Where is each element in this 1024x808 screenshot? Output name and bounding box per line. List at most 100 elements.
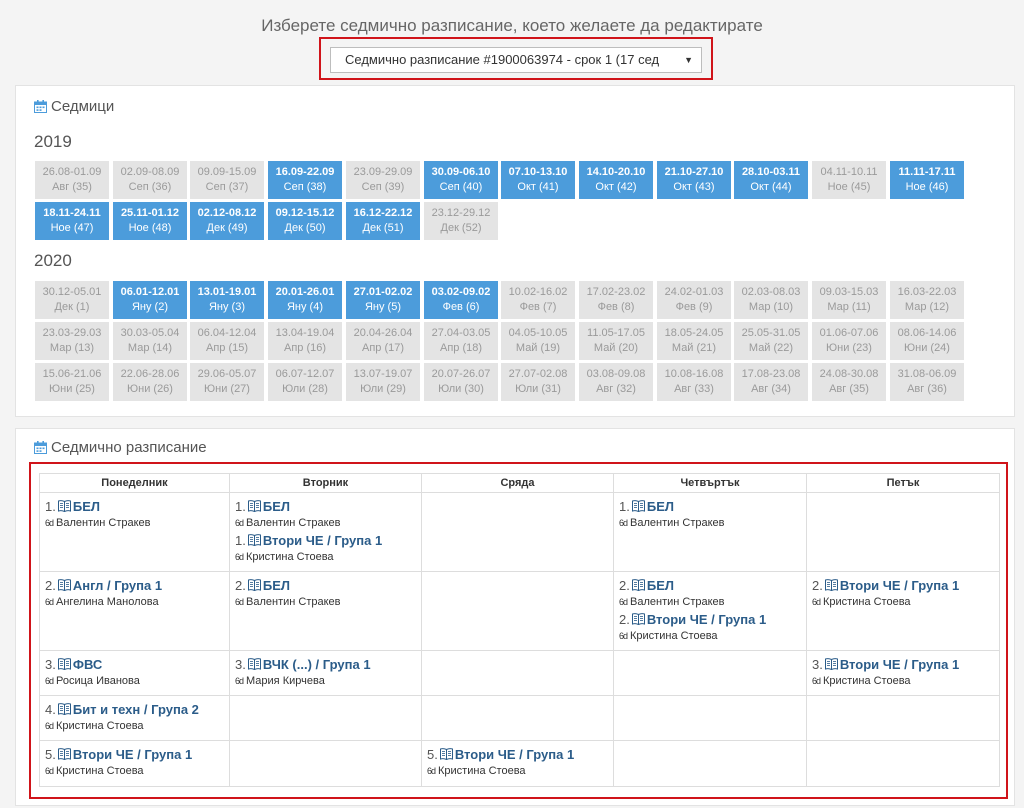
week-button[interactable]: 18.05-24.05 Май (21)	[657, 322, 731, 360]
week-button[interactable]: 11.05-17.05 Май (20)	[579, 322, 653, 360]
week-button[interactable]: 09.12-15.12 Дек (50)	[268, 202, 342, 240]
week-button[interactable]: 31.08-06.09 Авг (36)	[890, 363, 964, 401]
week-button[interactable]: 27.04-03.05 Апр (18)	[424, 322, 498, 360]
schedule-cell[interactable]: 2. БЕЛ 6d Валентин Стракев	[229, 571, 422, 651]
week-button[interactable]: 09.09-15.09 Сеп (37)	[190, 161, 264, 199]
schedule-cell[interactable]	[421, 650, 614, 696]
week-button[interactable]: 06.01-12.01 Яну (2)	[113, 281, 187, 319]
week-button[interactable]: 16.03-22.03 Мар (12)	[890, 281, 964, 319]
week-button[interactable]: 08.06-14.06 Юни (24)	[890, 322, 964, 360]
week-button[interactable]: 01.06-07.06 Юни (23)	[812, 322, 886, 360]
week-button[interactable]: 29.06-05.07 Юни (27)	[190, 363, 264, 401]
week-button[interactable]: 25.05-31.05 Май (22)	[734, 322, 808, 360]
lesson-title[interactable]: 3. ВЧК (...) / Група 1	[235, 657, 416, 674]
week-button[interactable]: 28.10-03.11 Окт (44)	[734, 161, 808, 199]
schedule-cell[interactable]: 3. ВЧК (...) / Група 1 6d Мария Кирчева	[229, 650, 422, 696]
week-label: Сеп (36)	[128, 181, 172, 193]
week-button[interactable]: 13.04-19.04 Апр (16)	[268, 322, 342, 360]
week-button[interactable]: 04.11-10.11 Ное (45)	[812, 161, 886, 199]
week-button[interactable]: 10.08-16.08 Авг (33)	[657, 363, 731, 401]
schedule-select[interactable]: Седмично разписание #1900063974 - срок 1…	[330, 47, 702, 73]
lesson-title[interactable]: 2. Втори ЧЕ / Група 1	[619, 612, 801, 629]
schedule-cell[interactable]: 5. Втори ЧЕ / Група 1 6d Кристина Стоева	[39, 740, 230, 787]
week-button[interactable]: 24.08-30.08 Авг (35)	[812, 363, 886, 401]
week-button[interactable]: 16.12-22.12 Дек (51)	[346, 202, 420, 240]
week-button[interactable]: 17.08-23.08 Авг (34)	[734, 363, 808, 401]
schedule-cell[interactable]: 3. Втори ЧЕ / Група 1 6d Кристина Стоева	[806, 650, 1000, 696]
lesson-title[interactable]: 1. БЕЛ	[235, 499, 416, 516]
schedule-cell[interactable]	[806, 740, 1000, 787]
week-button[interactable]: 23.09-29.09 Сеп (39)	[346, 161, 420, 199]
week-label: Дек (52)	[440, 222, 482, 234]
week-button[interactable]: 02.12-08.12 Дек (49)	[190, 202, 264, 240]
week-button[interactable]: 14.10-20.10 Окт (42)	[579, 161, 653, 199]
week-button[interactable]: 24.02-01.03 Фев (9)	[657, 281, 731, 319]
lesson-title[interactable]: 1. Втори ЧЕ / Група 1	[235, 533, 416, 550]
week-button[interactable]: 13.01-19.01 Яну (3)	[190, 281, 264, 319]
lesson-title[interactable]: 3. Втори ЧЕ / Група 1	[812, 657, 994, 674]
schedule-cell[interactable]: 1. БЕЛ 6d Валентин Стракев	[39, 492, 230, 572]
lesson-title[interactable]: 2. Англ / Група 1	[45, 578, 224, 595]
week-button[interactable]: 30.03-05.04 Мар (14)	[113, 322, 187, 360]
schedule-cell[interactable]: 3. ФВС 6d Росица Иванова	[39, 650, 230, 696]
week-button[interactable]: 18.11-24.11 Ное (47)	[35, 202, 109, 240]
week-button[interactable]: 27.01-02.02 Яну (5)	[346, 281, 420, 319]
week-button[interactable]: 23.03-29.03 Мар (13)	[35, 322, 109, 360]
schedule-cell[interactable]	[421, 571, 614, 651]
lesson-title[interactable]: 4. Бит и техн / Група 2	[45, 702, 224, 719]
lesson-title[interactable]: 1. БЕЛ	[619, 499, 801, 516]
week-range: 30.09-06.10	[431, 166, 491, 178]
schedule-cell[interactable]: 1. БЕЛ 6d Валентин Стракев 1. Втори ЧЕ / Груп…	[229, 492, 422, 572]
week-button[interactable]: 26.08-01.09 Авг (35)	[35, 161, 109, 199]
schedule-cell[interactable]	[613, 650, 807, 696]
week-button[interactable]: 25.11-01.12 Ное (48)	[113, 202, 187, 240]
book-icon	[631, 579, 645, 595]
lesson-title[interactable]: 2. БЕЛ	[619, 578, 801, 595]
schedule-cell[interactable]: 1. БЕЛ 6d Валентин Стракев	[613, 492, 807, 572]
schedule-cell[interactable]: 2. Втори ЧЕ / Група 1 6d Кристина Стоева	[806, 571, 1000, 651]
schedule-cell[interactable]: 5. Втори ЧЕ / Група 1 6d Кристина Стоева	[421, 740, 614, 787]
week-button[interactable]: 03.02-09.02 Фев (6)	[424, 281, 498, 319]
week-button[interactable]: 03.08-09.08 Авг (32)	[579, 363, 653, 401]
week-button[interactable]: 04.05-10.05 Май (19)	[501, 322, 575, 360]
lesson-title[interactable]: 2. БЕЛ	[235, 578, 416, 595]
week-button[interactable]: 13.07-19.07 Юли (29)	[346, 363, 420, 401]
week-button[interactable]: 06.04-12.04 Апр (15)	[190, 322, 264, 360]
schedule-cell[interactable]	[613, 740, 807, 787]
week-button[interactable]: 16.09-22.09 Сеп (38)	[268, 161, 342, 199]
schedule-cell[interactable]	[806, 492, 1000, 572]
week-button[interactable]: 30.12-05.01 Дек (1)	[35, 281, 109, 319]
week-button[interactable]: 20.01-26.01 Яну (4)	[268, 281, 342, 319]
lesson-title[interactable]: 3. ФВС	[45, 657, 224, 674]
schedule-cell[interactable]	[806, 695, 1000, 741]
week-button[interactable]: 11.11-17.11 Ное (46)	[890, 161, 964, 199]
schedule-cell[interactable]	[421, 695, 614, 741]
schedule-cell[interactable]: 2. Англ / Група 1 6d Ангелина Манолова	[39, 571, 230, 651]
schedule-cell[interactable]	[229, 740, 422, 787]
schedule-cell[interactable]: 4. Бит и техн / Група 2 6d Кристина Стоева	[39, 695, 230, 741]
schedule-cell[interactable]: 2. БЕЛ 6d Валентин Стракев 2. Втори ЧЕ / Груп…	[613, 571, 807, 651]
lesson-title[interactable]: 2. Втори ЧЕ / Група 1	[812, 578, 994, 595]
week-button[interactable]: 27.07-02.08 Юли (31)	[501, 363, 575, 401]
week-button[interactable]: 23.12-29.12 Дек (52)	[424, 202, 498, 240]
lesson-title[interactable]: 1. БЕЛ	[45, 499, 224, 516]
schedule-cell[interactable]	[613, 695, 807, 741]
week-button[interactable]: 06.07-12.07 Юли (28)	[268, 363, 342, 401]
week-button[interactable]: 09.03-15.03 Мар (11)	[812, 281, 886, 319]
lesson-title[interactable]: 5. Втори ЧЕ / Група 1	[427, 747, 608, 764]
week-button[interactable]: 07.10-13.10 Окт (41)	[501, 161, 575, 199]
schedule-cell[interactable]	[421, 492, 614, 572]
week-button[interactable]: 02.09-08.09 Сеп (36)	[113, 161, 187, 199]
week-button[interactable]: 02.03-08.03 Мар (10)	[734, 281, 808, 319]
week-button[interactable]: 30.09-06.10 Сеп (40)	[424, 161, 498, 199]
week-button[interactable]: 21.10-27.10 Окт (43)	[657, 161, 731, 199]
week-button[interactable]: 20.07-26.07 Юли (30)	[424, 363, 498, 401]
week-button[interactable]: 10.02-16.02 Фев (7)	[501, 281, 575, 319]
week-button[interactable]: 22.06-28.06 Юни (26)	[113, 363, 187, 401]
lesson-title[interactable]: 5. Втори ЧЕ / Група 1	[45, 747, 224, 764]
week-button[interactable]: 17.02-23.02 Фев (8)	[579, 281, 653, 319]
schedule-cell[interactable]	[229, 695, 422, 741]
week-button[interactable]: 20.04-26.04 Апр (17)	[346, 322, 420, 360]
week-button[interactable]: 15.06-21.06 Юни (25)	[35, 363, 109, 401]
week-range: 02.12-08.12	[197, 207, 257, 219]
